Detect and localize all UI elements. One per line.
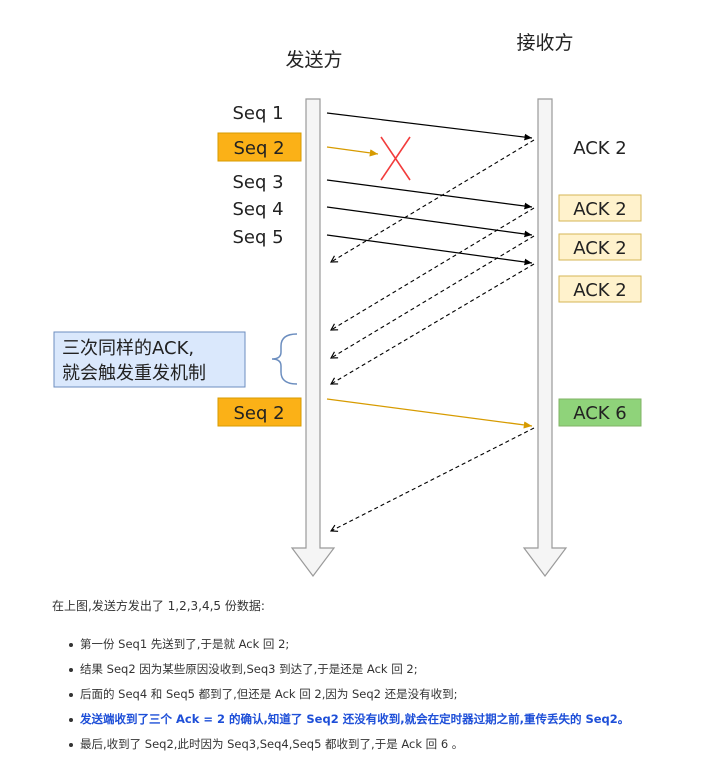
seq4-arrow [326,206,533,238]
ack2-arrow-4 [330,263,535,385]
explanation-list: 第一份 Seq1 先送到了,于是就 Ack 回 2; 结果 Seq2 因为某些原… [52,636,672,753]
bullet-dot-icon [69,743,73,747]
diagram-caption: 在上图,发送方发出了 1,2,3,4,5 份数据: [52,599,265,613]
receiver-header: 接收方 [516,32,573,54]
lost-packet-cross-icon [380,136,411,181]
bullet-dot-icon [69,693,73,697]
sender-timeline [290,98,336,577]
bullet-dot-icon [69,668,73,672]
seq1-arrow [326,112,533,141]
ack2-label-2: ACK 2 [573,238,627,259]
list-item-text: 发送端收到了三个 Ack = 2 的确认,知道了 Seq2 还没有收到,就会在定… [80,712,630,726]
seq2-retransmit-arrow [326,398,533,429]
list-item: 后面的 Seq4 和 Seq5 都到了,但还是 Ack 回 2,因为 Seq2 … [52,686,672,703]
ack2-arrow-1 [330,139,535,263]
seq2-retransmit-label: Seq 2 [233,403,284,424]
ack6-label: ACK 6 [573,403,627,424]
list-item: 第一份 Seq1 先送到了,于是就 Ack 回 2; [52,636,672,653]
seq1-label: Seq 1 [232,103,283,124]
seq5-arrow [326,234,533,266]
ack2-arrow-2 [330,207,535,331]
list-item: 结果 Seq2 因为某些原因没收到,Seq3 到达了,于是还是 Ack 回 2; [52,661,672,678]
ack2-label-3: ACK 2 [573,280,627,301]
bullet-dot-icon [69,718,73,722]
brace-icon [271,333,298,385]
note-line-1: 三次同样的ACK, [62,338,194,359]
ack2-label-1: ACK 2 [573,199,627,220]
seq3-label: Seq 3 [232,172,283,193]
seq5-label: Seq 5 [232,227,283,248]
list-item-text: 第一份 Seq1 先送到了,于是就 Ack 回 2; [80,637,290,651]
list-item: 最后,收到了 Seq2,此时因为 Seq3,Seq4,Seq5 都收到了,于是 … [52,736,672,753]
seq2-label: Seq 2 [233,138,284,159]
ack6-arrow [329,427,535,532]
list-item-text: 后面的 Seq4 和 Seq5 都到了,但还是 Ack 回 2,因为 Seq2 … [80,687,458,701]
bullet-dot-icon [69,643,73,647]
note-line-2: 就会触发重发机制 [62,363,206,384]
ack2-plain-label: ACK 2 [573,138,627,159]
receiver-timeline [522,98,568,577]
list-item-text: 结果 Seq2 因为某些原因没收到,Seq3 到达了,于是还是 Ack 回 2; [80,662,418,676]
seq2-lost-arrow [326,146,379,157]
ack2-arrow-3 [330,235,535,359]
seq4-label: Seq 4 [232,199,283,220]
list-item-emphasis: 发送端收到了三个 Ack = 2 的确认,知道了 Seq2 还没有收到,就会在定… [52,711,672,728]
sender-header: 发送方 [285,49,342,71]
list-item-text: 最后,收到了 Seq2,此时因为 Seq3,Seq4,Seq5 都收到了,于是 … [80,737,464,751]
tcp-fast-retransmit-diagram: 发送方 接收方 Seq 1 Seq 2 Seq 3 Seq 4 Seq 5 Se… [53,32,642,577]
